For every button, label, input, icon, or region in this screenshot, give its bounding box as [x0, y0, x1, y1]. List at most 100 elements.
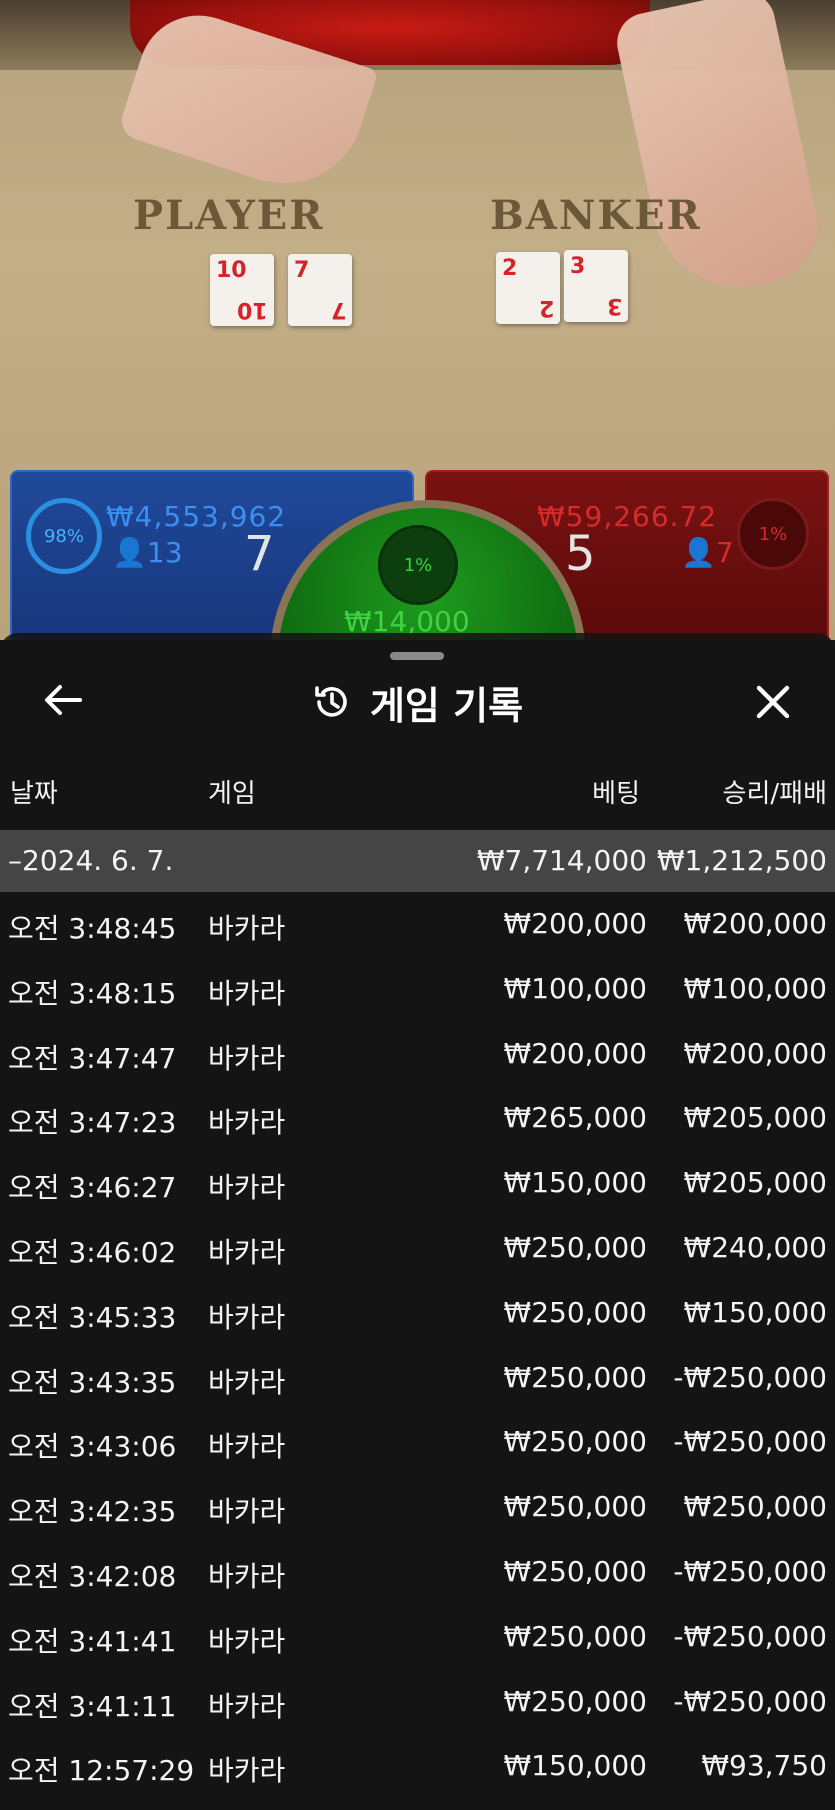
row-game: 바카라	[208, 1300, 286, 1334]
row-result: ₩200,000	[683, 1036, 827, 1070]
row-game: 바카라	[208, 1559, 286, 1593]
row-game: 바카라	[208, 1754, 286, 1788]
summary-result: ₩1,212,500	[656, 844, 827, 877]
banker-score: 5	[565, 526, 596, 582]
column-game: 게임	[208, 779, 256, 809]
table-row[interactable]: 오전 3:45:33 바카라 ₩250,000 ₩150,000	[0, 1284, 835, 1349]
player-score: 7	[244, 526, 275, 582]
table-row[interactable]: 오전 3:48:45 바카라 ₩200,000 ₩200,000	[0, 895, 835, 960]
history-icon	[315, 686, 347, 717]
row-time: 오전 3:42:08	[8, 1559, 177, 1593]
row-result: ₩93,750	[701, 1749, 827, 1783]
column-bet: 베팅	[592, 779, 640, 809]
date-summary-row[interactable]: –2024. 6. 7. ₩7,714,000 ₩1,212,500	[0, 830, 835, 892]
summary-date: –2024. 6. 7.	[8, 844, 174, 877]
row-bet: ₩265,000	[503, 1101, 647, 1135]
row-result: -₩250,000	[673, 1360, 827, 1394]
row-result: ₩100,000	[683, 971, 827, 1005]
row-bet: ₩150,000	[503, 1749, 647, 1783]
row-game: 바카라	[208, 1365, 286, 1399]
row-time: 오전 3:46:02	[8, 1235, 177, 1269]
table-row[interactable]: 오전 3:43:35 바카라 ₩250,000 -₩250,000	[0, 1349, 835, 1414]
user-icon: 👤	[681, 536, 716, 569]
row-bet: ₩200,000	[503, 907, 647, 940]
sheet-title: 게임 기록	[369, 683, 524, 728]
table-row[interactable]: 오전 3:46:02 바카라 ₩250,000 ₩240,000	[0, 1219, 835, 1284]
row-time: 오전 12:57:29	[8, 1754, 195, 1788]
row-bet: ₩250,000	[503, 1554, 647, 1588]
row-result: -₩250,000	[673, 1554, 827, 1588]
row-game: 바카라	[208, 976, 286, 1010]
sheet-header: 게임 기록	[0, 677, 835, 728]
row-bet: ₩250,000	[503, 1425, 647, 1459]
row-result: -₩250,000	[673, 1425, 827, 1459]
banker-card-1: 2 2	[496, 252, 560, 324]
table-header: 날짜 게임 베팅 승리/패배	[0, 773, 835, 813]
table-row[interactable]: 오전 3:42:08 바카라 ₩250,000 -₩250,000	[0, 1543, 835, 1608]
table-row[interactable]: 오전 3:47:47 바카라 ₩200,000 ₩200,000	[0, 1025, 835, 1090]
banker-card-2: 3 3	[564, 250, 628, 322]
row-bet: ₩250,000	[503, 1490, 647, 1524]
player-count: 👤13	[112, 536, 183, 569]
row-time: 오전 3:48:15	[8, 976, 177, 1010]
row-result: ₩250,000	[683, 1490, 827, 1524]
row-bet: ₩250,000	[503, 1684, 647, 1718]
summary-bet: ₩7,714,000	[476, 844, 647, 877]
row-time: 오전 3:43:06	[8, 1430, 177, 1464]
row-time: 오전 3:41:11	[8, 1689, 177, 1723]
row-result: ₩205,000	[683, 1166, 827, 1200]
table-row[interactable]: 오전 3:47:23 바카라 ₩265,000 ₩205,000	[0, 1089, 835, 1154]
row-bet: ₩150,000	[503, 1166, 647, 1200]
table-row[interactable]: 오전 12:57:29 바카라 ₩150,000 ₩93,750	[0, 1737, 835, 1802]
player-card-2: 7 7	[288, 254, 352, 326]
close-icon	[756, 685, 790, 719]
row-time: 오전 3:48:45	[8, 912, 177, 945]
table-row[interactable]: 오전 3:42:35 바카라 ₩250,000 ₩250,000	[0, 1478, 835, 1543]
banker-table-label: BANKER	[490, 192, 702, 239]
drag-handle[interactable]	[390, 652, 444, 660]
history-list: 오전 3:48:45 바카라 ₩200,000 ₩200,000 오전 3:48:15 바…	[0, 895, 835, 1802]
row-result: ₩150,000	[683, 1295, 827, 1329]
banker-percent-ring: 1%	[737, 498, 809, 570]
row-bet: ₩250,000	[503, 1295, 647, 1329]
row-game: 바카라	[208, 1106, 286, 1140]
row-time: 오전 3:41:41	[8, 1624, 177, 1658]
banker-count: 👤7	[681, 536, 734, 569]
row-time: 오전 3:47:47	[8, 1041, 177, 1075]
row-result: ₩205,000	[683, 1101, 827, 1135]
row-time: 오전 3:42:35	[8, 1495, 177, 1529]
row-time: 오전 3:47:23	[8, 1106, 177, 1140]
row-game: 바카라	[208, 1430, 286, 1464]
row-bet: ₩250,000	[503, 1230, 647, 1264]
column-result: 승리/패배	[722, 779, 827, 809]
row-game: 바카라	[208, 1495, 286, 1529]
row-time: 오전 3:46:27	[8, 1171, 177, 1205]
row-game: 바카라	[208, 1171, 286, 1205]
table-row[interactable]: 오전 3:41:41 바카라 ₩250,000 -₩250,000	[0, 1608, 835, 1673]
player-percent-ring: 98%	[26, 498, 102, 574]
table-row[interactable]: 오전 3:46:27 바카라 ₩150,000 ₩205,000	[0, 1154, 835, 1219]
row-game: 바카라	[208, 1041, 286, 1075]
row-result: -₩250,000	[673, 1619, 827, 1653]
row-bet: ₩100,000	[503, 971, 647, 1005]
row-time: 오전 3:45:33	[8, 1300, 177, 1334]
row-result: -₩250,000	[673, 1684, 827, 1718]
row-game: 바카라	[208, 912, 286, 945]
row-game: 바카라	[208, 1624, 286, 1658]
table-row[interactable]: 오전 3:43:06 바카라 ₩250,000 -₩250,000	[0, 1413, 835, 1478]
player-table-label: PLAYER	[133, 192, 325, 239]
game-history-sheet: 게임 기록 날짜 게임 베팅 승리/패배 –2024. 6. 7. ₩7,714…	[0, 633, 835, 1810]
row-game: 바카라	[208, 1689, 286, 1723]
table-row[interactable]: 오전 3:48:15 바카라 ₩100,000 ₩100,000	[0, 960, 835, 1025]
row-bet: ₩200,000	[503, 1036, 647, 1070]
close-button[interactable]	[748, 677, 798, 727]
table-row[interactable]: 오전 3:41:11 바카라 ₩250,000 -₩250,000	[0, 1673, 835, 1738]
tie-percent-ring: 1%	[378, 525, 458, 605]
row-bet: ₩250,000	[503, 1619, 647, 1653]
user-icon: 👤	[112, 536, 147, 569]
row-game: 바카라	[208, 1235, 286, 1269]
row-result: ₩200,000	[683, 907, 827, 940]
column-date: 날짜	[10, 779, 58, 809]
row-time: 오전 3:43:35	[8, 1365, 177, 1399]
row-bet: ₩250,000	[503, 1360, 647, 1394]
